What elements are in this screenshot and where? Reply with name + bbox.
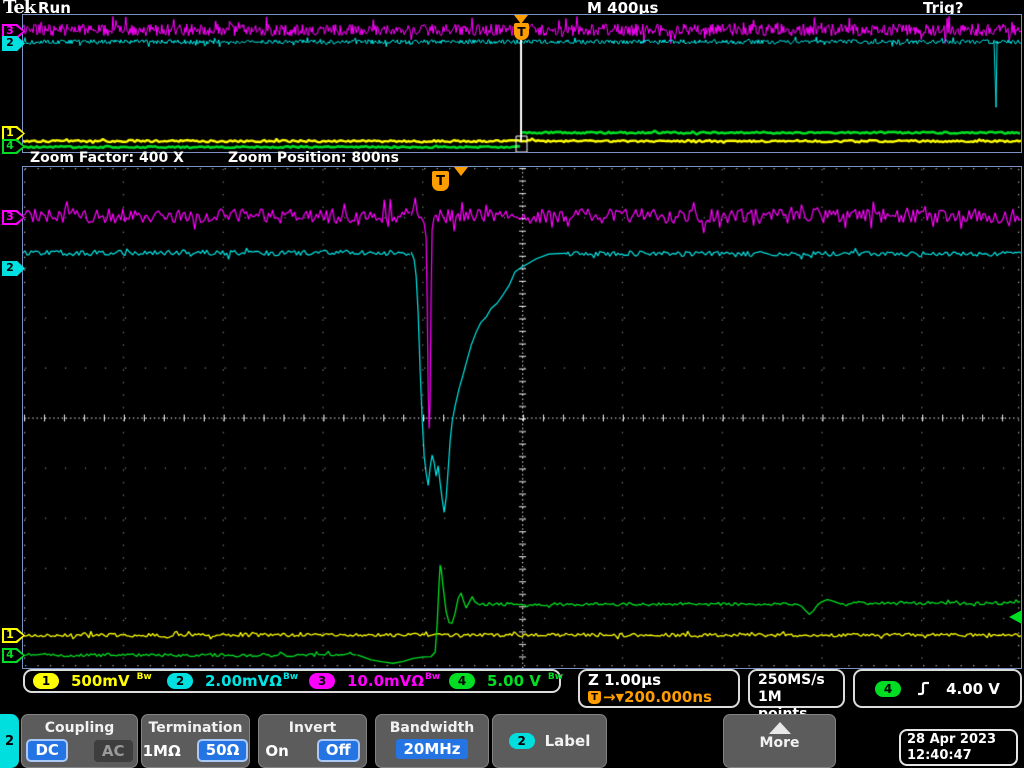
coupling-button[interactable]: Coupling DC AC bbox=[21, 714, 138, 768]
invert-title: Invert bbox=[288, 720, 337, 736]
label-button[interactable]: 2 Label bbox=[492, 714, 607, 768]
zoom-factor-readout: Zoom Factor: 400 X bbox=[30, 150, 184, 166]
time-readout: 12:40:47 bbox=[907, 748, 972, 763]
label-text: Label bbox=[544, 732, 591, 750]
arrow-icon: → bbox=[603, 688, 616, 706]
channel-1-readout[interactable]: 1 500mV Bw bbox=[33, 672, 167, 690]
termination-title: Termination bbox=[148, 720, 243, 736]
termination-1meg-option[interactable]: 1MΩ bbox=[143, 742, 181, 760]
channel-readouts-bar[interactable]: 1 500mV Bw 2 2.00mVΩ Bw 3 10.0mVΩ Bw 4 5… bbox=[23, 669, 563, 693]
invert-off-option[interactable]: Off bbox=[316, 739, 360, 762]
overview-channel-4-marker[interactable]: 4 bbox=[2, 139, 25, 154]
trigger-settings-box[interactable]: 4 4.00 V bbox=[853, 669, 1022, 708]
zoom-position-readout: Zoom Position: 800ns bbox=[228, 150, 399, 166]
label-channel-badge: 2 bbox=[508, 733, 535, 749]
more-up-icon bbox=[768, 722, 791, 734]
channel-3-badge: 3 bbox=[309, 673, 335, 689]
channel-4-readout[interactable]: 4 5.00 V Bw bbox=[449, 672, 563, 690]
bandwidth-limit-icon: Bw bbox=[425, 672, 441, 682]
channel-4-scale: 5.00 V bbox=[487, 672, 541, 690]
channel-3-scale: 10.0mVΩ bbox=[347, 672, 424, 690]
datetime-box: 28 Apr 2023 12:40:47 bbox=[899, 729, 1018, 766]
delay-value: 200.000ns bbox=[624, 688, 712, 706]
channel-1-scale: 500mV bbox=[71, 672, 130, 690]
channel-1-badge: 1 bbox=[33, 673, 59, 689]
channel-1-marker[interactable]: 1 bbox=[2, 628, 25, 643]
trigger-delay-readout: T → ▼ 200.000ns bbox=[588, 689, 730, 706]
sample-rate-readout: 250MS/s bbox=[758, 672, 825, 688]
bandwidth-button[interactable]: Bandwidth 20MHz bbox=[375, 714, 489, 768]
channel-2-marker[interactable]: 2 bbox=[2, 261, 25, 276]
channel-2-scale: 2.00mVΩ bbox=[205, 672, 282, 690]
zoom-timebase-box[interactable]: Z 1.00µs T → ▼ 200.000ns bbox=[578, 669, 740, 708]
bandwidth-limit-icon: Bw bbox=[547, 672, 564, 682]
marker-icon: ▼ bbox=[615, 691, 625, 704]
zoom-waveform-display bbox=[23, 167, 1021, 668]
overview-channel-2-marker[interactable]: 2 bbox=[2, 36, 25, 51]
oscilloscope-screen: Tek Run M 400µs Trig? T 3 2 1 4 Zoom Fac… bbox=[0, 0, 1024, 768]
more-button[interactable]: More bbox=[723, 714, 836, 768]
bandwidth-limit-icon: Bw bbox=[136, 672, 152, 682]
channel-2-badge: 2 bbox=[167, 673, 193, 689]
bandwidth-value[interactable]: 20MHz bbox=[396, 739, 468, 759]
date-readout: 28 Apr 2023 bbox=[907, 732, 997, 747]
bandwidth-title: Bandwidth bbox=[389, 720, 475, 736]
trigger-level-arrow-icon[interactable] bbox=[1009, 610, 1022, 624]
trigger-badge-icon[interactable]: T bbox=[514, 23, 529, 40]
rising-edge-icon bbox=[918, 681, 930, 696]
channel-4-badge: 4 bbox=[449, 673, 475, 689]
termination-button[interactable]: Termination 1MΩ 50Ω bbox=[141, 714, 250, 768]
more-text: More bbox=[759, 735, 800, 751]
channel-3-marker[interactable]: 3 bbox=[2, 210, 25, 225]
zoom-scale-readout: Z 1.00µs bbox=[588, 671, 662, 689]
menu-channel-tab[interactable]: 2 bbox=[0, 714, 19, 768]
coupling-dc-option[interactable]: DC bbox=[26, 739, 68, 762]
channel-2-readout[interactable]: 2 2.00mVΩ Bw bbox=[167, 672, 309, 690]
channel-3-readout[interactable]: 3 10.0mVΩ Bw bbox=[309, 672, 449, 690]
zoom-position-icon[interactable] bbox=[454, 167, 468, 176]
termination-50ohm-option[interactable]: 50Ω bbox=[196, 739, 249, 762]
invert-on-option[interactable]: On bbox=[265, 742, 288, 760]
invert-button[interactable]: Invert On Off bbox=[258, 714, 367, 768]
trigger-badge-icon[interactable]: T bbox=[432, 171, 449, 191]
trigger-level-readout: 4.00 V bbox=[946, 679, 1000, 698]
trigger-glyph-icon: T bbox=[588, 691, 601, 704]
coupling-ac-option[interactable]: AC bbox=[93, 739, 133, 762]
zoom-waveform-window bbox=[22, 166, 1022, 669]
bandwidth-limit-icon: Bw bbox=[283, 672, 299, 682]
trigger-source-badge: 4 bbox=[875, 680, 902, 697]
acquisition-box[interactable]: 250MS/s 1M points bbox=[748, 669, 845, 722]
channel-4-marker[interactable]: 4 bbox=[2, 648, 25, 663]
coupling-title: Coupling bbox=[44, 720, 115, 736]
